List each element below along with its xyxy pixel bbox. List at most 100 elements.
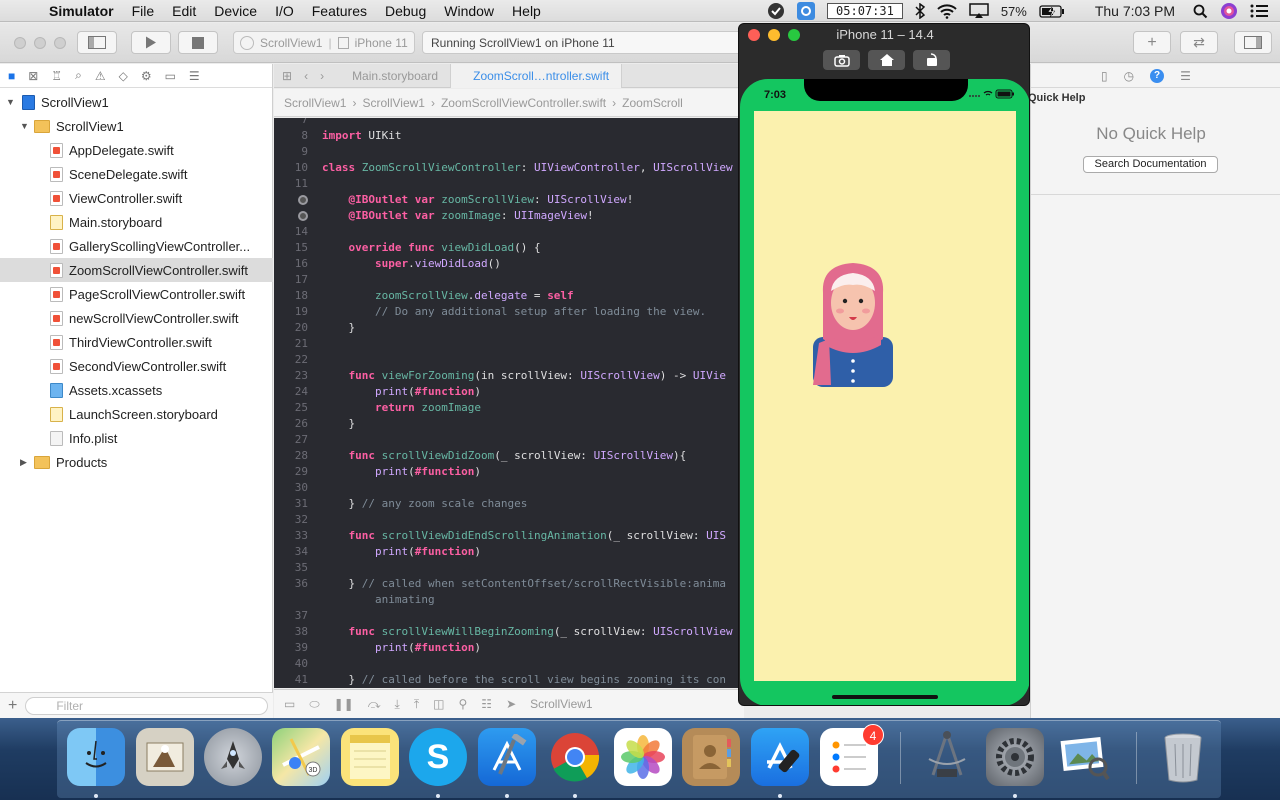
grid-icon[interactable]: ⊞ (274, 69, 298, 83)
step-out-icon[interactable]: ⤒ (414, 697, 419, 712)
step-over-icon[interactable]: ⤼ (368, 697, 381, 712)
test-navigator-icon[interactable]: ◇ (119, 69, 128, 83)
launchpad-icon[interactable] (204, 728, 262, 786)
tree-row-file[interactable]: LaunchScreen.storyboard (0, 402, 273, 426)
spotlight-search-icon[interactable] (1193, 4, 1208, 19)
history-inspector-icon[interactable]: ◷ (1124, 69, 1134, 83)
finder-icon[interactable] (67, 728, 125, 786)
source-control-icon[interactable]: ⊠ (28, 69, 38, 83)
back-arrow-icon[interactable]: ‹ (298, 69, 314, 83)
maps-icon[interactable]: 3D (272, 728, 330, 786)
breakpoints-toggle-icon[interactable]: ⬭ (309, 697, 319, 712)
debug-target[interactable]: ScrollView1 (530, 697, 592, 711)
notes-icon[interactable] (341, 728, 399, 786)
contacts-icon[interactable] (682, 728, 740, 786)
file-inspector-icon[interactable]: ▯ (1101, 69, 1108, 83)
attributes-inspector-icon[interactable]: ☰ (1180, 69, 1191, 83)
menu-device[interactable]: Device (205, 3, 266, 19)
tab-main-storyboard[interactable]: Main.storyboard (330, 63, 452, 88)
tree-row-file[interactable]: Main.storyboard (0, 210, 273, 234)
home-button[interactable] (868, 50, 905, 70)
inspector-toggle-button[interactable] (1234, 31, 1272, 54)
tree-row-file[interactable]: AppDelegate.swift (0, 138, 273, 162)
outlet-connection-icon[interactable] (298, 195, 308, 205)
preview-icon[interactable] (1055, 728, 1113, 786)
issue-navigator-icon[interactable]: ⚠ (95, 69, 106, 83)
wifi-icon[interactable] (937, 3, 957, 19)
tree-row-file[interactable]: ViewController.swift (0, 186, 273, 210)
system-preferences-icon[interactable] (986, 728, 1044, 786)
photos-icon[interactable] (614, 728, 672, 786)
quick-help-icon[interactable]: ? (1150, 68, 1165, 83)
breakpoint-navigator-icon[interactable]: ▭ (165, 69, 176, 83)
skype-icon[interactable]: S (409, 728, 467, 786)
menu-debug[interactable]: Debug (376, 3, 435, 19)
step-into-icon[interactable]: ⤓ (395, 697, 400, 712)
tree-row-file[interactable]: SecondViewController.swift (0, 354, 273, 378)
scheme-selector[interactable]: ScrollView1 | iPhone 11 (233, 31, 415, 54)
navigator-toggle-button[interactable] (77, 31, 117, 54)
tree-row-file[interactable]: PageScrollViewController.swift (0, 282, 273, 306)
notification-center-icon[interactable] (1250, 4, 1268, 18)
jump-symbol[interactable]: ZoomScroll (622, 96, 683, 110)
trash-icon[interactable] (1154, 728, 1212, 786)
screenshot-button[interactable] (823, 50, 860, 70)
gear-status-icon[interactable] (797, 2, 816, 20)
tree-row-project[interactable]: ▼ ScrollView1 (0, 90, 273, 114)
hide-debug-area-icon[interactable]: ▭ (284, 697, 295, 711)
menubar-clock[interactable]: Thu 7:03 PM (1095, 3, 1175, 19)
disclosure-closed-icon[interactable]: ▶ (20, 457, 27, 468)
tab-zoom-controller[interactable]: ZoomScroll…ntroller.swift (451, 63, 623, 88)
siri-icon[interactable] (1220, 2, 1238, 20)
tree-row-file[interactable]: Assets.xcassets (0, 378, 273, 402)
reminders-icon[interactable]: 4 (820, 724, 884, 786)
menu-features[interactable]: Features (303, 3, 376, 19)
tree-row-group[interactable]: ▼ ScrollView1 (0, 114, 273, 138)
disclosure-open-icon[interactable]: ▼ (6, 97, 15, 107)
navigator-filter-input[interactable]: Filter (25, 696, 269, 715)
tree-row-file[interactable]: GallerySc­ollingViewController... (0, 234, 273, 258)
pause-icon[interactable]: ❚❚ (334, 697, 354, 711)
window-close-button[interactable] (14, 37, 26, 49)
search-documentation-button[interactable]: Search Documentation (1083, 156, 1218, 173)
tree-row-file[interactable]: ThirdViewController.swift (0, 330, 273, 354)
menu-edit[interactable]: Edit (163, 3, 205, 19)
stop-button[interactable] (178, 31, 218, 54)
mail-icon[interactable] (136, 728, 194, 786)
report-navigator-icon[interactable]: ☰ (189, 69, 200, 83)
app-store-icon[interactable] (751, 728, 809, 786)
instruments-icon[interactable] (918, 728, 976, 786)
code-editor[interactable]: 7 8 import UIKit 9 10 class ZoomScrollView… (274, 118, 744, 688)
tree-row-file[interactable]: Info.plist (0, 426, 273, 450)
menu-io[interactable]: I/O (266, 3, 303, 19)
bluetooth-icon[interactable] (915, 3, 925, 19)
location-icon[interactable]: ➤ (506, 697, 516, 711)
stopwatch-readout[interactable]: 05:07:31 (827, 3, 903, 19)
tree-row-file-selected[interactable]: ZoomScrollViewController.swift (0, 258, 273, 282)
outlet-connection-icon[interactable] (298, 211, 308, 221)
zoom-image[interactable] (811, 261, 895, 387)
chrome-icon[interactable] (546, 728, 604, 786)
view-hierarchy-icon[interactable]: ◫ (433, 697, 444, 711)
battery-charging-icon[interactable] (1039, 4, 1065, 18)
tree-row-file[interactable]: newScrollViewController.swift (0, 306, 273, 330)
airplay-icon[interactable] (969, 3, 989, 19)
xcode-icon[interactable] (478, 728, 536, 786)
tree-row-products[interactable]: ▶ Products (0, 450, 273, 474)
jump-file[interactable]: ZoomScrollViewController.swift (441, 96, 606, 110)
rotate-button[interactable] (913, 50, 950, 70)
project-navigator-icon[interactable]: ■ (8, 69, 15, 83)
disclosure-open-icon[interactable]: ▼ (20, 121, 29, 131)
debug-navigator-icon[interactable]: ⚙ (141, 69, 152, 83)
home-indicator[interactable] (832, 695, 938, 699)
symbol-navigator-icon[interactable]: ♖ (51, 69, 62, 83)
jump-project[interactable]: ScrollView1 (284, 96, 346, 110)
find-navigator-icon[interactable]: ⌕ (75, 68, 82, 83)
code-review-button[interactable]: ⇄ (1180, 31, 1218, 54)
window-minimize-button[interactable] (34, 37, 46, 49)
tree-row-file[interactable]: SceneDelegate.swift (0, 162, 273, 186)
menu-window[interactable]: Window (435, 3, 503, 19)
menu-help[interactable]: Help (503, 3, 550, 19)
library-button[interactable]: + (1133, 31, 1171, 54)
forward-arrow-icon[interactable]: › (314, 69, 330, 83)
